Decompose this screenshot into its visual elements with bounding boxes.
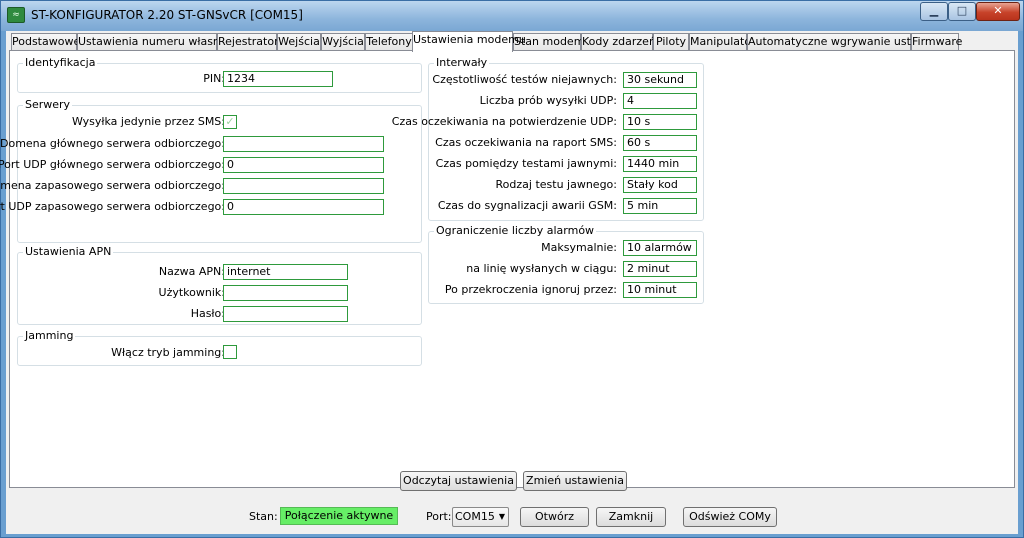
- refresh-ports-button[interactable]: Odśwież COMy: [683, 507, 777, 527]
- interval-label: Czas oczekiwania na raport SMS:: [435, 136, 617, 149]
- interval-label: Czas oczekiwania na potwierdzenie UDP:: [391, 115, 617, 128]
- state-label: Stan:: [249, 510, 278, 523]
- backup-domain-field[interactable]: [223, 178, 384, 194]
- group-serwery: Serwery Wysyłka jedynie przez SMS: ✓ Dom…: [0, 98, 422, 243]
- main-port-label: Port UDP głównego serwera odbiorczego:: [0, 158, 225, 171]
- limit-field[interactable]: 2 minut: [623, 261, 697, 277]
- close-port-button[interactable]: Zamknij: [596, 507, 666, 527]
- interval-field[interactable]: Stały kod: [623, 177, 697, 193]
- apn-name-label: Nazwa APN:: [158, 265, 225, 278]
- group-identyfikacja: Identyfikacja PIN: 1234: [17, 56, 422, 93]
- group-title-jamming: Jamming: [23, 329, 76, 342]
- tab-manipulator[interactable]: Manipulator: [689, 33, 756, 51]
- minimize-icon: ▁: [929, 4, 939, 17]
- limit-label: Maksymalnie:: [541, 241, 617, 254]
- tab-piloty[interactable]: Piloty: [653, 33, 689, 51]
- app-window: ≈ ST-KONFIGURATOR 2.20 ST-GNSvCR [COM15]…: [0, 0, 1024, 538]
- tab-wyjscia[interactable]: Wyjścia: [321, 33, 365, 51]
- group-title-apn: Ustawienia APN: [23, 245, 114, 258]
- apn-password-label: Hasło:: [190, 307, 225, 320]
- tab-automatyczne-wgrywanie[interactable]: Automatyczne wgrywanie ustawień: [747, 33, 943, 51]
- tab-podstawowe[interactable]: Podstawowe: [11, 33, 80, 51]
- limit-label: na linię wysłanych w ciągu:: [466, 262, 617, 275]
- maximize-button[interactable]: □: [948, 2, 976, 21]
- group-title-ograniczenie: Ograniczenie liczby alarmów: [434, 224, 597, 237]
- group-interwaly: Interwały Częstotliwość testów niejawnyc…: [392, 56, 704, 221]
- interval-field[interactable]: 5 min: [623, 198, 697, 214]
- tab-ustawienia-numeru[interactable]: Ustawienia numeru własnego: [77, 33, 240, 51]
- tab-ustawienia-modemu[interactable]: Ustawienia modemu: [412, 31, 526, 52]
- group-title-identyfikacja: Identyfikacja: [23, 56, 98, 69]
- close-button[interactable]: ✕: [976, 2, 1020, 21]
- group-ograniczenie: Ograniczenie liczby alarmów Maksymalnie:…: [428, 224, 704, 304]
- port-label: Port:: [426, 510, 452, 523]
- apn-user-field[interactable]: [223, 285, 348, 301]
- read-settings-button[interactable]: Odczytaj ustawienia: [400, 471, 517, 491]
- tab-panel-ustawienia-modemu: Identyfikacja PIN: 1234 Serwery Wysyłka …: [0, 50, 1015, 491]
- limit-field[interactable]: 10 minut: [623, 282, 697, 298]
- apn-name-field[interactable]: internet: [223, 264, 348, 280]
- apn-password-field[interactable]: [223, 306, 348, 322]
- sms-only-label: Wysyłka jedynie przez SMS:: [71, 115, 225, 128]
- window-title: ST-KONFIGURATOR 2.20 ST-GNSvCR [COM15]: [31, 8, 303, 22]
- backup-port-field[interactable]: 0: [223, 199, 384, 215]
- interval-field[interactable]: 60 s: [623, 135, 697, 151]
- interval-field[interactable]: 1440 min: [623, 156, 697, 172]
- app-icon[interactable]: ≈: [7, 7, 25, 23]
- pin-label: PIN:: [203, 72, 225, 85]
- title-bar[interactable]: ≈ ST-KONFIGURATOR 2.20 ST-GNSvCR [COM15]…: [1, 1, 1023, 31]
- tab-firmware[interactable]: Firmware: [911, 33, 962, 51]
- minimize-button[interactable]: ▁: [920, 2, 948, 21]
- chevron-down-icon[interactable]: ▼: [499, 508, 505, 526]
- apn-user-label: Użytkownik:: [158, 286, 225, 299]
- status-bar: Stan: Połączenie aktywne Port: COM15 ▼ O…: [6, 499, 1018, 529]
- limit-label: Po przekroczenia ignoruj przez:: [444, 283, 617, 296]
- jamming-label: Włącz tryb jamming:: [111, 346, 225, 359]
- tab-strip: Podstawowe Ustawienia numeru własnego Re…: [9, 31, 1009, 52]
- maximize-icon: □: [956, 4, 968, 17]
- backup-port-label: Port UDP zapasowego serwera odbiorczego:: [0, 200, 225, 213]
- port-select[interactable]: COM15 ▼: [452, 507, 509, 527]
- interval-field[interactable]: 30 sekund: [623, 72, 697, 88]
- port-select-value: COM15: [455, 510, 495, 523]
- group-title-interwaly: Interwały: [434, 56, 490, 69]
- sms-only-checkbox[interactable]: ✓: [223, 115, 237, 129]
- open-port-button[interactable]: Otwórz: [520, 507, 589, 527]
- tab-kody-zdarzen[interactable]: Kody zdarzeń: [581, 33, 656, 51]
- interval-label: Częstotliwość testów niejawnych:: [432, 73, 617, 86]
- group-jamming: Jamming Włącz tryb jamming:: [17, 329, 422, 366]
- close-icon: ✕: [993, 4, 1003, 17]
- connection-status-indicator: Połączenie aktywne: [280, 507, 398, 525]
- write-settings-button[interactable]: Zmień ustawienia: [523, 471, 627, 491]
- interval-label: Rodzaj testu jawnego:: [495, 178, 617, 191]
- group-title-serwery: Serwery: [23, 98, 73, 111]
- limit-field[interactable]: 10 alarmów: [623, 240, 697, 256]
- interval-field[interactable]: 4: [623, 93, 697, 109]
- main-domain-field[interactable]: [223, 136, 384, 152]
- interval-label: Czas do sygnalizacji awarii GSM:: [437, 199, 617, 212]
- checkmark-icon: ✓: [225, 115, 235, 128]
- interval-label: Liczba prób wysyłki UDP:: [479, 94, 617, 107]
- main-port-field[interactable]: 0: [223, 157, 384, 173]
- pin-field[interactable]: 1234: [223, 71, 333, 87]
- tab-telefony[interactable]: Telefony: [365, 33, 413, 51]
- tab-rejestrator[interactable]: Rejestrator: [217, 33, 279, 51]
- jamming-checkbox[interactable]: [223, 345, 237, 359]
- backup-domain-label: Domena zapasowego serwera odbiorczego:: [0, 179, 225, 192]
- interval-field[interactable]: 10 s: [623, 114, 697, 130]
- group-apn: Ustawienia APN Nazwa APN: internet Użytk…: [17, 245, 422, 325]
- main-domain-label: Domena głównego serwera odbiorczego:: [0, 137, 225, 150]
- interval-label: Czas pomiędzy testami jawnymi:: [435, 157, 617, 170]
- client-area: Podstawowe Ustawienia numeru własnego Re…: [0, 31, 1018, 534]
- tab-wejscia[interactable]: Wejścia: [277, 33, 321, 51]
